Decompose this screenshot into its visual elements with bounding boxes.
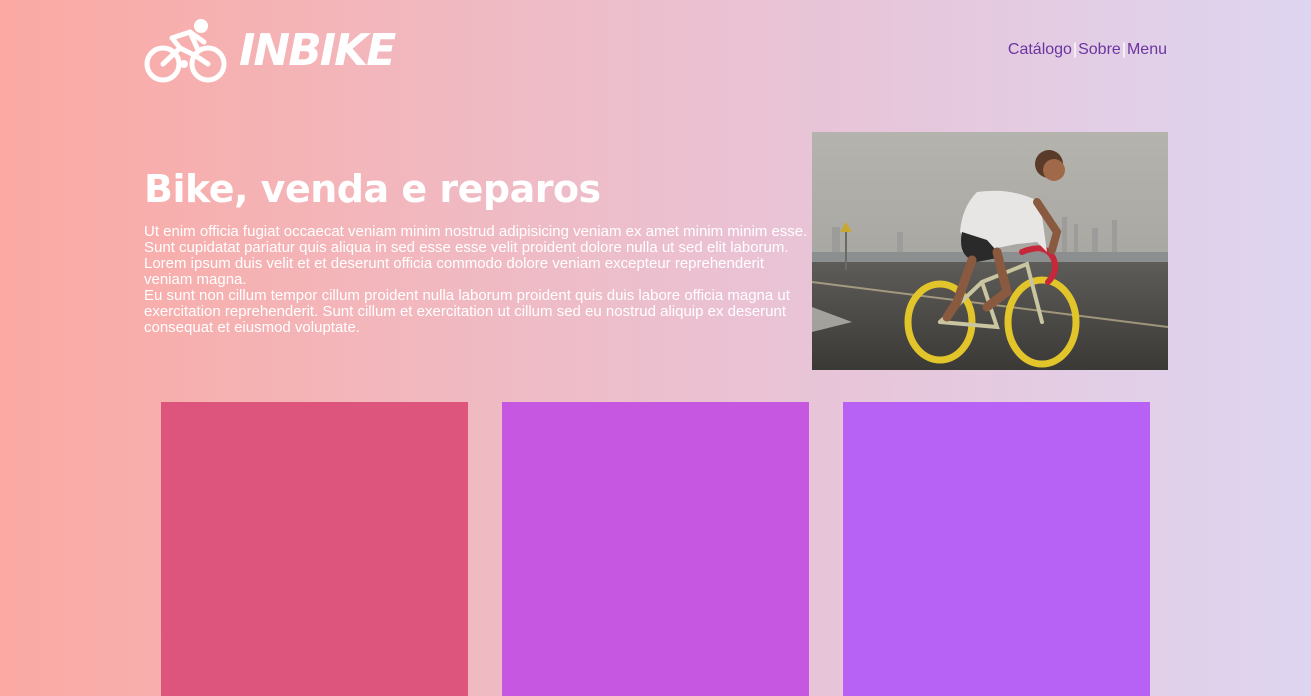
- nav-item-menu[interactable]: Menu: [1127, 41, 1167, 58]
- cyclist-icon: [144, 19, 227, 83]
- feature-card[interactable]: [843, 402, 1150, 696]
- brand-name: INBIKE: [239, 25, 396, 76]
- hero-image: [812, 132, 1168, 370]
- brand-logo[interactable]: INBIKE: [144, 18, 396, 84]
- nav-item-catalogo[interactable]: Catálogo: [1008, 41, 1072, 58]
- nav-item-sobre[interactable]: Sobre: [1078, 41, 1121, 58]
- hero-description: Ut enim officia fugiat occaecat veniam m…: [144, 224, 812, 336]
- hero-title: Bike, venda e reparos: [144, 167, 601, 211]
- cyclist-photo: [812, 132, 1168, 370]
- main-nav: Catálogo|Sobre|Menu: [1008, 40, 1167, 60]
- hero-paragraph: Eu sunt non cillum tempor cillum proiden…: [144, 287, 790, 336]
- hero-paragraph: Ut enim officia fugiat occaecat veniam m…: [144, 223, 808, 288]
- feature-card[interactable]: [502, 402, 809, 696]
- feature-card[interactable]: [161, 402, 468, 696]
